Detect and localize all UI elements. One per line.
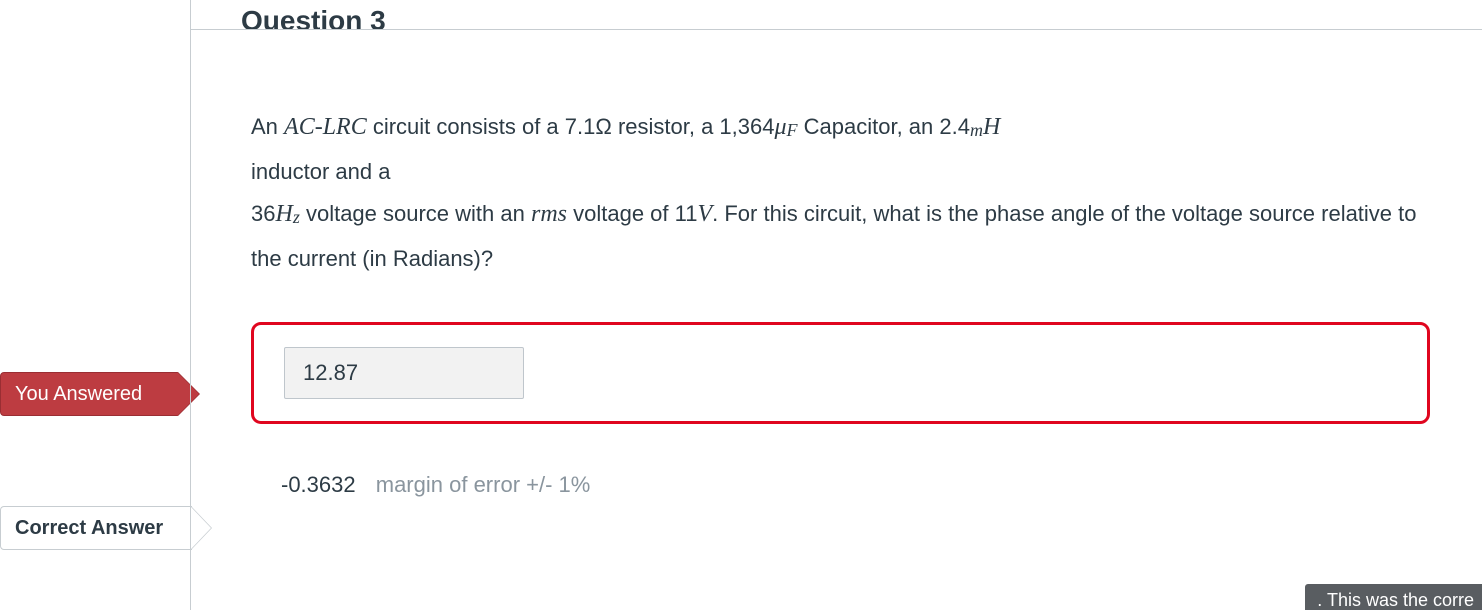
- question-title: Question 3: [241, 5, 386, 30]
- qt-dash: -: [315, 114, 323, 140]
- question-column: Question 3 An AC-LRC circuit consists of…: [190, 0, 1482, 610]
- qt-3b: voltage source with an: [300, 201, 531, 226]
- qt-V: V: [697, 201, 712, 227]
- qt-m: m: [970, 120, 983, 140]
- qt-1c: resistor, a 1,364: [612, 114, 775, 139]
- qt-F: F: [787, 120, 798, 140]
- qt-mu: μ: [774, 114, 786, 140]
- qt-omega: Ω: [595, 114, 611, 139]
- label-column: You Answered Correct Answer: [0, 0, 190, 610]
- question-text: An AC-LRC circuit consists of a 7.1Ω res…: [251, 105, 1432, 280]
- qt-1a: An: [251, 114, 284, 139]
- qt-1d: Capacitor, an 2.4: [798, 114, 970, 139]
- qt-HzH: H: [275, 201, 292, 227]
- correct-answer-tag: Correct Answer: [0, 506, 192, 550]
- user-answer-value: 12.87: [284, 347, 524, 399]
- qt-3a: 36: [251, 201, 275, 226]
- qt-1b: circuit consists of a 7.1: [367, 114, 596, 139]
- correct-answer-label: Correct Answer: [15, 517, 163, 540]
- you-answered-label: You Answered: [15, 383, 142, 406]
- margin-of-error: margin of error +/- 1%: [376, 472, 591, 497]
- question-header: Question 3: [191, 0, 1482, 30]
- you-answered-tag: You Answered: [0, 372, 178, 416]
- qt-H: H: [983, 114, 1000, 140]
- page-container: You Answered Correct Answer Question 3 A…: [0, 0, 1482, 610]
- qt-lrc: LRC: [323, 114, 367, 140]
- qt-rms: rms: [531, 201, 567, 227]
- qt-Hzz: z: [293, 207, 300, 227]
- qt-3c: voltage of 11: [567, 201, 697, 226]
- question-content: An AC-LRC circuit consists of a 7.1Ω res…: [191, 30, 1482, 498]
- hint-tooltip: . This was the corre: [1305, 584, 1482, 610]
- qt-2a: inductor and a: [251, 159, 390, 184]
- correct-answer-row: -0.3632 margin of error +/- 1%: [251, 472, 1432, 498]
- tooltip-text: . This was the corre: [1317, 590, 1474, 610]
- qt-ac: AC: [284, 114, 315, 140]
- user-answer-box: 12.87: [251, 322, 1430, 424]
- correct-value: -0.3632: [281, 472, 356, 497]
